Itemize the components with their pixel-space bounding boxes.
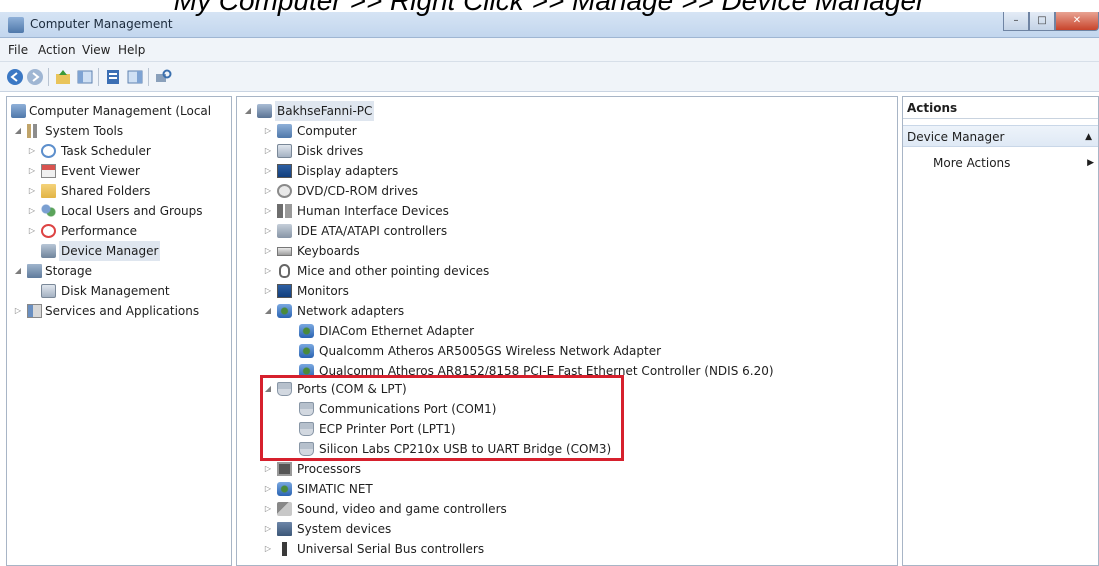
expand-arrow-icon[interactable]: ▷ [27,181,37,201]
console-tree-pane: Computer Management (Local ◢ System Tool… [6,96,232,566]
menu-help[interactable]: Help [118,43,145,57]
ide-controller-icon [277,224,292,238]
disk-management-icon [41,284,56,298]
mouse-icon [279,264,290,278]
actions-pane: Actions Device Manager ▲ More Actions ▶ [902,96,1099,566]
expand-arrow-icon[interactable]: ▷ [263,241,273,261]
shared-folders-icon [41,184,56,198]
show-hide-tree-icon[interactable] [76,68,94,86]
expand-arrow-icon[interactable]: ▷ [27,201,37,221]
expand-arrow-icon[interactable]: ▷ [263,121,273,141]
storage-icon [27,264,42,278]
toolbar [0,62,1099,92]
expand-arrow-icon[interactable]: ▷ [263,499,273,519]
collapse-arrow-icon[interactable]: ◢ [13,261,23,281]
actions-section-label: Device Manager [907,130,1005,144]
collapse-arrow-icon[interactable]: ◢ [263,301,273,321]
performance-icon [41,224,56,238]
show-hide-action-pane-icon[interactable] [126,68,144,86]
expand-arrow-icon[interactable]: ▷ [263,141,273,161]
monitor-icon [277,284,292,298]
menu-bar: File Action View Help [0,38,1099,62]
processor-icon [277,462,292,476]
expand-arrow-icon[interactable]: ▷ [263,479,273,499]
toolbar-separator [148,68,149,86]
expand-arrow-icon[interactable]: ▷ [263,519,273,539]
collapse-arrow-icon[interactable]: ◢ [13,121,23,141]
collapse-section-icon[interactable]: ▲ [1085,126,1092,148]
forward-icon[interactable] [26,68,44,86]
toolbar-separator [98,68,99,86]
expand-arrow-icon[interactable]: ▷ [263,181,273,201]
system-devices-icon [277,522,292,536]
expand-arrow-icon[interactable]: ▷ [263,161,273,181]
expand-arrow-icon[interactable]: ▷ [27,161,37,181]
keyboard-icon [277,247,292,256]
menu-view[interactable]: View [82,43,110,57]
up-folder-icon[interactable] [54,68,72,86]
actions-header: Actions [903,97,1098,119]
computer-management-icon [11,104,26,118]
disk-drive-icon [277,144,292,158]
more-actions-label: More Actions [933,156,1011,170]
device-manager-icon [41,244,56,258]
more-actions-item[interactable]: More Actions ▶ [933,153,1098,173]
properties-icon[interactable] [104,68,122,86]
scan-hardware-icon[interactable] [154,68,172,86]
menu-file[interactable]: File [8,43,28,57]
expand-arrow-icon[interactable]: ▷ [263,201,273,221]
expand-arrow-icon[interactable]: ▷ [27,221,37,241]
display-adapter-icon [277,164,292,178]
dvd-drive-icon [277,184,292,198]
expand-arrow-icon[interactable]: ▷ [263,281,273,301]
submenu-arrow-icon: ▶ [1087,158,1094,168]
human-interface-device-icon [277,204,292,218]
network-adapter-icon [277,304,292,318]
actions-section-device-manager[interactable]: Device Manager ▲ [903,125,1098,148]
toolbar-separator [48,68,49,86]
pc-icon [257,104,272,118]
simatic-net-icon [277,482,292,496]
back-icon[interactable] [6,68,24,86]
tutorial-caption: My Computer >> Right Click >> Manage >> … [173,0,926,16]
system-tools-icon [27,124,42,138]
network-adapter-icon [299,324,314,338]
collapse-arrow-icon[interactable]: ◢ [243,101,253,121]
network-adapter-icon [299,344,314,358]
expand-arrow-icon[interactable]: ▷ [263,261,273,281]
expand-arrow-icon[interactable]: ▷ [263,459,273,479]
expand-arrow-icon[interactable]: ▷ [27,141,37,161]
ports-highlight-box [260,375,624,461]
device-tree-pane: ◢ BakhseFanni-PC ▷ Computer ▷ Disk drive… [236,96,898,566]
usb-icon [277,542,292,556]
menu-action[interactable]: Action [38,43,76,57]
expand-arrow-icon[interactable]: ▷ [263,539,273,559]
users-icon [41,204,56,218]
sound-icon [277,502,292,516]
expand-arrow-icon[interactable]: ▷ [263,221,273,241]
computer-icon [277,124,292,138]
event-viewer-icon [41,164,56,178]
expand-arrow-icon[interactable]: ▷ [13,301,23,321]
task-scheduler-icon [41,144,56,158]
services-icon [27,304,42,318]
